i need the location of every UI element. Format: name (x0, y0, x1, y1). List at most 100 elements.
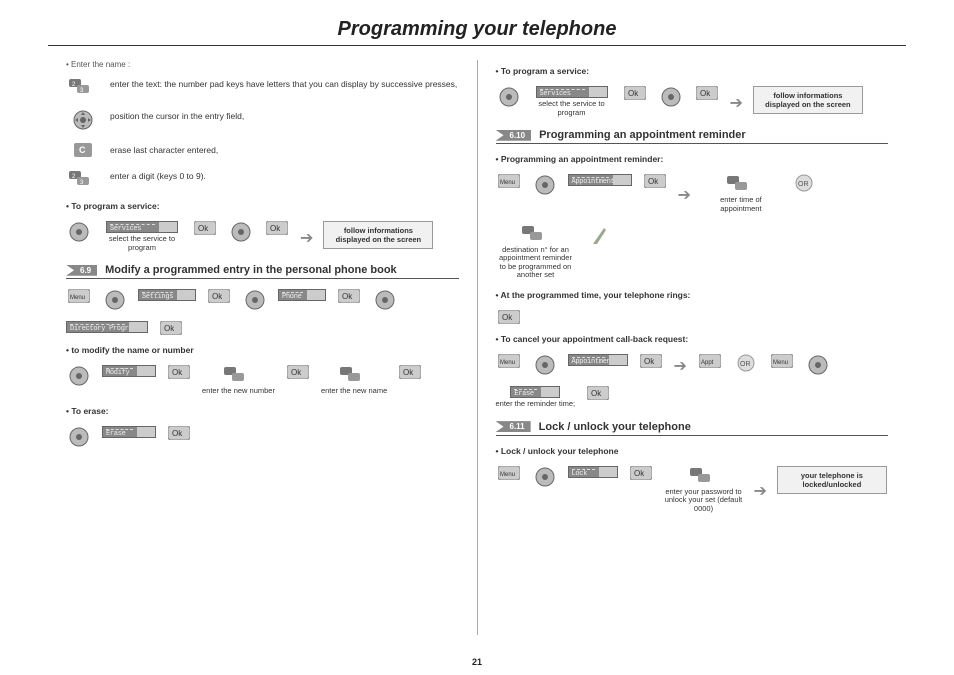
navigator-icon (68, 221, 90, 243)
right-column: • To program a service: Services select … (478, 60, 907, 635)
arrow-icon: ➔ (754, 479, 767, 501)
display-strip: Erase (102, 426, 156, 438)
navigator-icon (498, 86, 520, 108)
menu-key-icon: Menu (68, 289, 90, 303)
sec69-flow-erase: Erase Ok (66, 426, 459, 448)
svg-text:Ok: Ok (700, 89, 711, 98)
svg-text:Menu: Menu (773, 360, 788, 366)
step-caption: enter your password to unlock your set (… (664, 488, 744, 514)
info-box: follow informations displayed on the scr… (323, 221, 433, 249)
display-strip: Services (106, 221, 178, 233)
ok-step: Ok (192, 221, 218, 235)
modify-label: • to modify the name or number (66, 345, 459, 355)
svg-text:Ok: Ok (291, 368, 302, 377)
display-label: Phone (282, 293, 302, 301)
entry-text: position the cursor in the entry field, (110, 109, 459, 122)
label-text: To program a service: (501, 66, 589, 76)
entry-row: 23 enter the text: the number pad keys h… (66, 77, 459, 97)
info-box: your telephone is locked/unlocked (777, 466, 887, 494)
svg-text:Ok: Ok (270, 224, 281, 233)
step-caption: destination n° for an appointment remind… (496, 246, 576, 281)
keypad-keys-icon (727, 174, 755, 194)
section-number: 6.9 (66, 265, 97, 276)
display-label: Services (540, 90, 571, 98)
label-text: Programming an appointment reminder: (501, 154, 663, 164)
ok-key-icon: Ok (498, 310, 520, 324)
sub-label: • At the programmed time, your telephone… (496, 290, 889, 300)
ok-key-icon: Ok (640, 354, 662, 368)
keypad-keys-icon (224, 365, 252, 385)
svg-text:Ok: Ok (628, 89, 639, 98)
ok-key-icon: Ok (399, 365, 421, 379)
svg-text:Ok: Ok (644, 357, 655, 366)
menu-key-icon: Menu (498, 354, 520, 368)
svg-text:Ok: Ok (634, 469, 645, 478)
display-step: Services select the service to program (102, 221, 182, 252)
program-service-flow: Services select the service to program O… (66, 221, 459, 252)
arrow-icon: ➔ (678, 183, 691, 205)
sec610-flow2: Ok (496, 310, 889, 324)
display-strip: Lock (568, 466, 618, 478)
enter-name-footnote: • Enter the name : (66, 60, 459, 69)
svg-text:OR: OR (740, 361, 751, 368)
apply-icon (590, 224, 608, 246)
keypad-keys-icon (340, 365, 368, 385)
section-number: 6.10 (496, 130, 532, 141)
entry-text: enter the text: the number pad keys have… (110, 77, 459, 90)
program-service-label: • To program a service: (66, 201, 459, 211)
display-strip: Appointment (568, 354, 628, 366)
ok-key-icon: Ok (644, 174, 666, 188)
svg-text:Ok: Ok (591, 389, 602, 398)
entry-row: C erase last character entered, (66, 143, 459, 157)
ok-key-icon: Ok (587, 386, 609, 400)
svg-text:Ok: Ok (342, 292, 353, 301)
arrow-icon: ➔ (674, 354, 687, 376)
svg-text:Ok: Ok (164, 324, 175, 333)
label-text: To program a service: (71, 201, 159, 211)
menu-key-icon: Menu (771, 354, 793, 368)
label-text: At the programmed time, your telephone r… (501, 290, 691, 300)
entry-row: 23 enter a digit (keys 0 to 9). (66, 169, 459, 189)
display-label: Erase (106, 430, 126, 438)
display-label: Services (110, 225, 141, 233)
keypad-keys-icon (522, 224, 550, 244)
label-text: Lock / unlock your telephone (501, 446, 619, 456)
ok-key-icon: Ok (194, 221, 216, 235)
display-label: Directory Program (70, 325, 136, 333)
display-strip: Settings (138, 289, 196, 301)
keypad-keys-icon (690, 466, 718, 486)
navigator-icon (534, 354, 556, 376)
content-columns: • Enter the name : 23 enter the text: th… (0, 60, 954, 635)
navigator-icon (534, 466, 556, 488)
svg-text:Menu: Menu (500, 472, 515, 478)
entry-text: enter a digit (keys 0 to 9). (110, 169, 459, 182)
svg-text:Ok: Ok (648, 177, 659, 186)
step-caption: enter time of appointment (701, 196, 781, 213)
svg-text:Menu: Menu (500, 180, 515, 186)
menu-key-icon: Menu (498, 466, 520, 480)
sec611-flow: Menu Lock Ok enter your password to unlo… (496, 466, 889, 514)
svg-text:Ok: Ok (502, 313, 513, 322)
display-label: Settings (142, 293, 173, 301)
arrow-icon: ➔ (300, 226, 313, 248)
svg-text:C: C (79, 145, 86, 155)
ok-key-icon: Ok (208, 289, 230, 303)
sec69-flow-modify: Modify Ok enter the new number Ok enter … (66, 365, 459, 396)
keypad-keys-icon: 23 (69, 169, 97, 189)
program-service-flow: Services select the service to program O… (496, 86, 889, 117)
navigator-icon (807, 354, 829, 376)
display-strip: Directory Program (66, 321, 148, 333)
info-box: follow informations displayed on the scr… (753, 86, 863, 114)
display-strip: Appointment (568, 174, 632, 186)
sec610-flow3: Menu Appointment Ok ➔ Appt OR Menu Erase… (496, 354, 889, 409)
display-label: Erase (514, 390, 534, 398)
svg-text:Appt: Appt (701, 360, 714, 366)
left-column: • Enter the name : 23 enter the text: th… (48, 60, 477, 635)
navigator-icon (72, 109, 94, 131)
ok-key-icon: Ok (338, 289, 360, 303)
section-heading-6-10: 6.10 Programming an appointment reminder (496, 129, 889, 144)
display-label: Lock (572, 470, 588, 478)
ok-key-icon: Ok (630, 466, 652, 480)
sub-label: • To cancel your appointment call-back r… (496, 334, 889, 344)
entry-text: erase last character entered, (110, 143, 459, 156)
